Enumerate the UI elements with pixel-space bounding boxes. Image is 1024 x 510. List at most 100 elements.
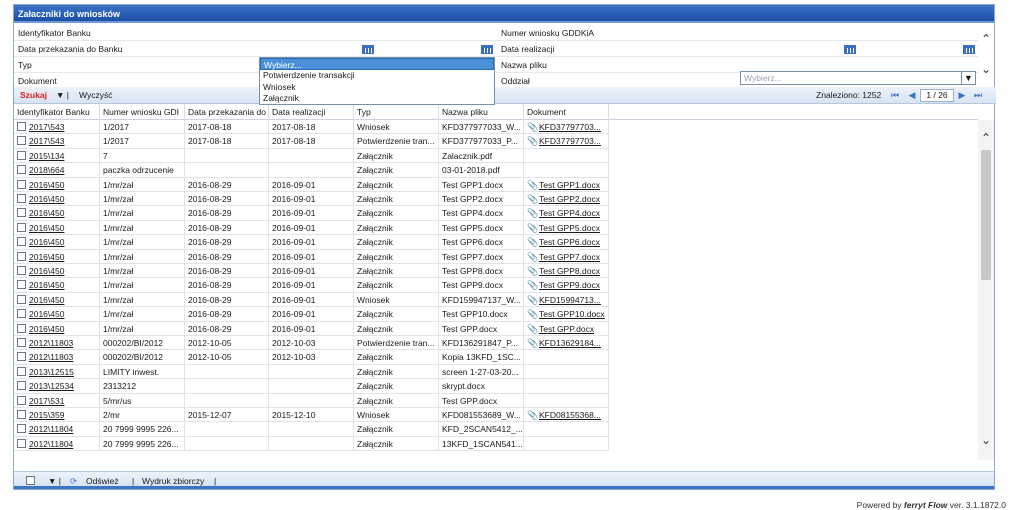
table-row[interactable]: 2016\450 1/mr/zał 2016-08-29 2016-09-01 Załą… [14,307,978,322]
row-checkbox[interactable] [17,251,26,261]
row-id-link[interactable]: 2012\11804 [29,424,73,434]
table-cell[interactable]: 📎Test GPP4.docx [524,206,609,221]
column-header[interactable]: Identyfikator Banku [14,104,100,120]
row-id-link[interactable]: 2016\450 [29,252,64,262]
refresh-icon[interactable]: ⟳ [70,472,77,490]
table-cell[interactable]: 📎Test GPP6.docx [524,235,609,250]
chevron-down-icon[interactable]: ⌄ [978,432,994,448]
document-link[interactable]: Test GPP2.docx [539,194,600,204]
table-cell[interactable]: 2016\450 [14,192,100,207]
document-link[interactable]: KFD13629184... [539,338,601,348]
select-options-chevron-icon[interactable]: ▼ | [48,472,61,490]
document-link[interactable]: KFD15994713... [539,295,601,305]
clear-button[interactable]: Wyczyść [79,87,112,104]
table-row[interactable]: 2017\543 1/2017 2017-08-18 2017-08-18 Potwie… [14,134,978,149]
row-id-link[interactable]: 2016\450 [29,309,64,319]
table-cell[interactable]: 2015\359 [14,408,100,423]
row-id-link[interactable]: 2015\134 [29,151,64,161]
table-cell[interactable]: 📎Test GPP1.docx [524,177,609,192]
table-cell[interactable]: 📎Test GPP8.docx [524,264,609,279]
row-id-link[interactable]: 2016\450 [29,266,64,276]
table-cell[interactable]: 2018\664 [14,163,100,178]
table-cell[interactable]: 📎KFD15994713... [524,292,609,308]
oddzial-select[interactable]: Wybierz... ▼ [740,71,976,85]
table-row[interactable]: 2013\12534 2313212 Załącznik skrypt.docx [14,379,978,394]
row-id-link[interactable]: 2017\531 [29,396,64,406]
row-checkbox[interactable] [17,266,26,275]
table-cell[interactable]: 📎Test GPP10.docx [524,307,609,322]
table-row[interactable]: 2016\450 1/mr/zał 2016-08-29 2016-09-01 Załą… [14,264,978,279]
table-row[interactable]: 2016\450 1/mr/zał 2016-08-29 2016-09-01 Załą… [14,235,978,250]
row-id-link[interactable]: 2017\543 [29,122,64,132]
calendar-icon[interactable] [481,45,493,54]
document-link[interactable]: Test GPP5.docx [539,223,600,233]
last-page-icon[interactable]: ⏭ [973,90,983,101]
table-row[interactable]: 2015\134 7 Załącznik Zalacznik.pdf [14,148,978,164]
table-row[interactable]: 2016\450 1/mr/zał 2016-08-29 2016-09-01 Załą… [14,321,978,336]
typ-dropdown[interactable]: Wybierz... Potwierdzenie transakcji Wnio… [259,57,495,105]
row-checkbox[interactable] [17,136,26,146]
table-cell[interactable]: 2012\11803 [14,350,100,365]
chevron-up-icon[interactable]: ⌃ [978,130,994,146]
chevron-down-icon[interactable]: ⌄ [978,61,994,77]
table-cell[interactable]: 📎Test GPP9.docx [524,278,609,293]
table-cell[interactable]: 2016\450 [14,177,100,192]
row-id-link[interactable]: 2013\12534 [29,381,74,391]
row-checkbox[interactable] [17,194,26,203]
prev-page-icon[interactable]: ◀ [907,90,917,101]
table-cell[interactable]: 📎Test GPP.docx [524,321,609,336]
document-link[interactable]: Test GPP1.docx [539,180,600,190]
row-id-link[interactable]: 2016\450 [29,295,64,305]
table-row[interactable]: 2016\450 1/mr/zał 2016-08-29 2016-09-01 Wnio… [14,292,978,308]
row-checkbox[interactable] [17,280,26,290]
row-checkbox[interactable] [17,208,26,218]
table-cell[interactable]: 2012\11803 [14,336,100,351]
page-indicator[interactable]: 1 / 26 [920,89,954,102]
table-row[interactable]: 2016\450 1/mr/zał 2016-08-29 2016-09-01 Załą… [14,278,978,293]
row-id-link[interactable]: 2016\450 [29,194,64,204]
first-page-icon[interactable]: ⏮ [890,90,900,101]
table-cell[interactable]: 📎Test GPP7.docx [524,249,609,264]
row-id-link[interactable]: 2018\664 [29,165,64,175]
table-cell[interactable]: 📎Test GPP2.docx [524,192,609,207]
calendar-icon[interactable] [362,45,374,54]
row-id-link[interactable]: 2016\450 [29,280,64,290]
typ-option[interactable]: Potwierdzenie transakcji [260,70,494,82]
table-cell[interactable]: 2017\543 [14,134,100,149]
table-cell[interactable]: 2015\134 [14,148,100,164]
table-scrollbar[interactable]: ⌃ ⌄ [978,120,994,460]
row-checkbox[interactable] [17,381,26,391]
table-row[interactable]: 2012\11803 000202/BI/2012 2012-10-05 2012-1… [14,336,978,351]
table-cell[interactable]: 2016\450 [14,235,100,250]
row-checkbox[interactable] [17,438,26,448]
table-cell[interactable]: 2016\450 [14,206,100,221]
table-cell[interactable]: 2012\11804 [14,422,100,437]
row-checkbox[interactable] [17,410,26,419]
row-checkbox[interactable] [17,165,26,175]
row-checkbox[interactable] [17,179,26,189]
next-page-icon[interactable]: ▶ [957,90,967,101]
row-id-link[interactable]: 2016\450 [29,237,64,247]
table-cell[interactable]: 2016\450 [14,321,100,336]
table-row[interactable]: 2015\359 2/mr 2015-12-07 2015-12-10 Wniosek K… [14,408,978,423]
document-link[interactable]: Test GPP9.docx [539,280,600,290]
column-header[interactable]: Dokument [524,104,609,120]
select-all-checkbox[interactable] [26,472,38,490]
scrollbar-thumb[interactable] [981,150,991,280]
column-header[interactable]: Data przekazania do [185,104,269,120]
row-checkbox[interactable] [17,424,26,434]
calendar-icon[interactable] [963,45,975,54]
chevron-down-icon[interactable]: ▼ [961,72,975,84]
document-link[interactable]: Test GPP10.docx [539,309,605,319]
refresh-button[interactable]: Odśwież [86,472,119,490]
document-link[interactable]: Test GPP7.docx [539,252,600,262]
row-checkbox[interactable] [17,395,26,405]
row-checkbox[interactable] [17,122,26,131]
search-button[interactable]: Szukaj [20,87,47,104]
table-cell[interactable]: 2017\543 [14,120,100,135]
row-checkbox[interactable] [17,309,26,319]
row-checkbox[interactable] [17,294,26,304]
table-row[interactable]: 2017\531 5/mr/us Załącznik Test GPP.docx [14,393,978,408]
typ-option[interactable]: Wniosek [260,82,494,94]
table-cell[interactable]: 2016\450 [14,220,100,236]
